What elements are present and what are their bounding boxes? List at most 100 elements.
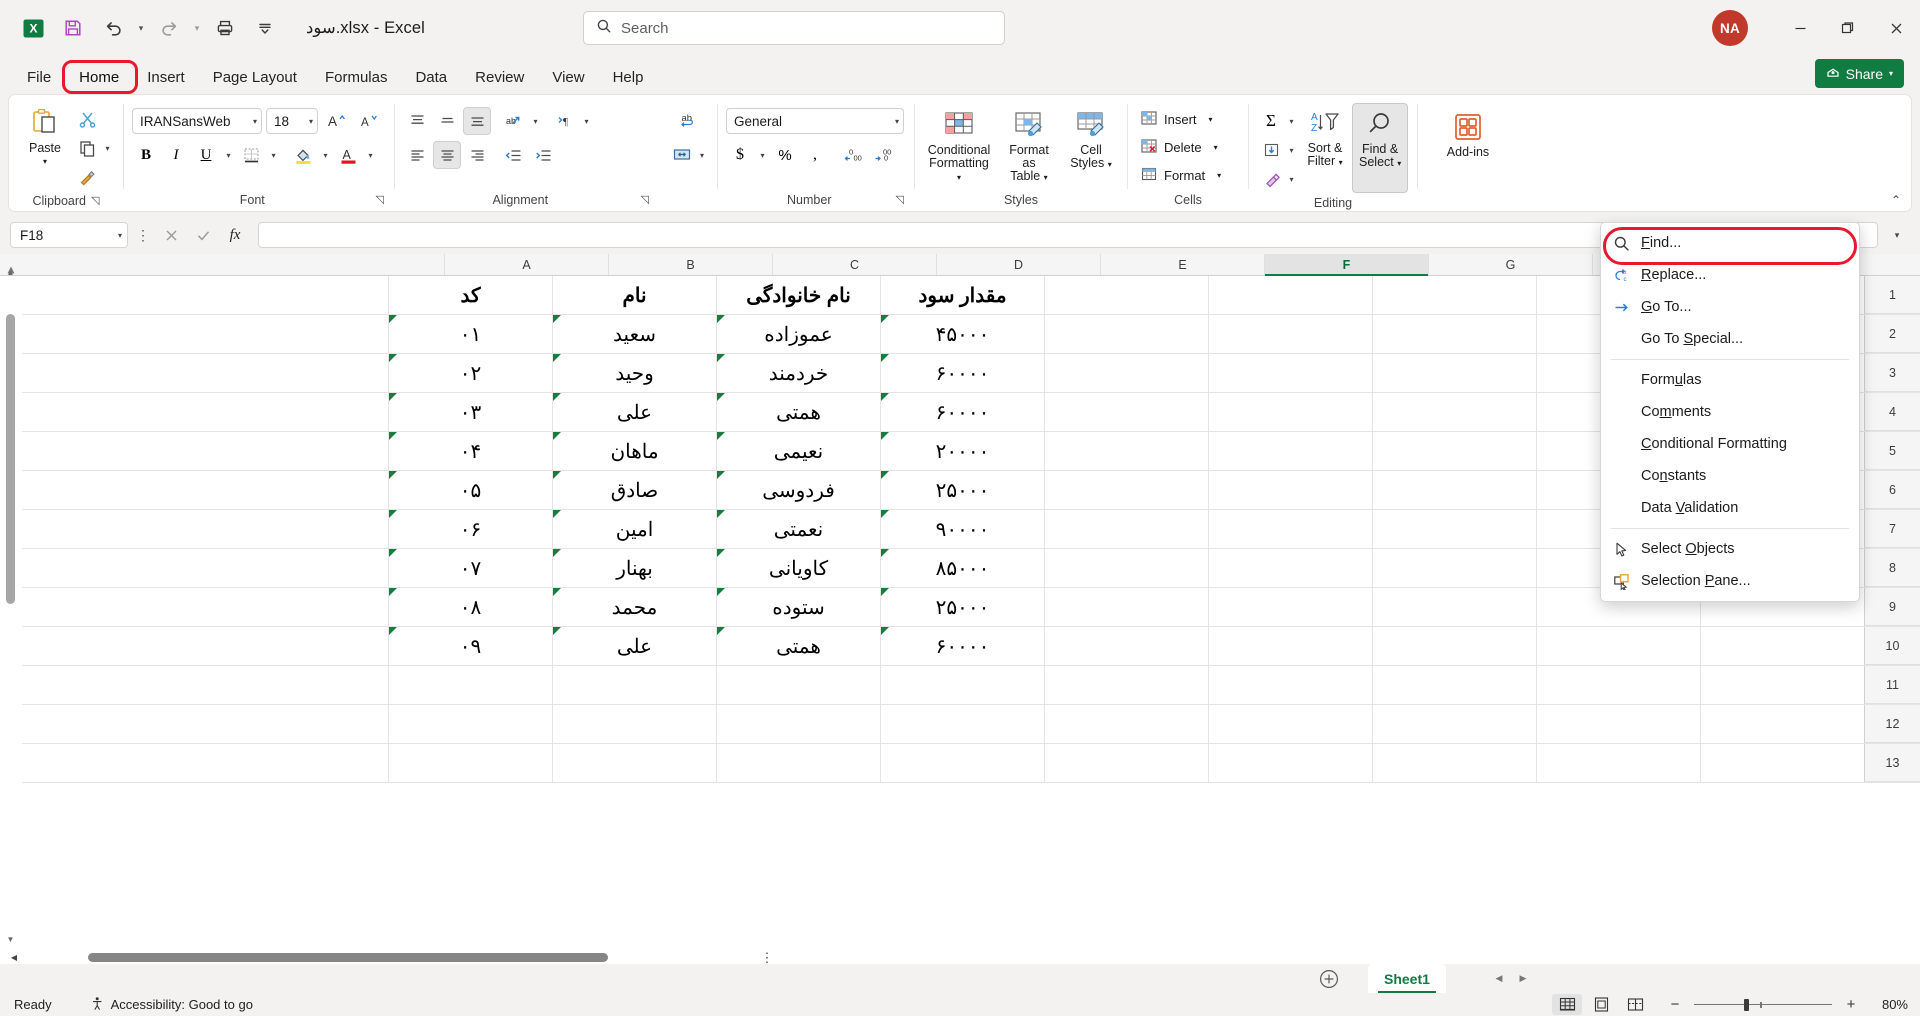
cell-B12[interactable] [552,705,716,743]
cell-D5[interactable]: ۲۰۰۰۰ [880,432,1044,470]
cell-D10[interactable]: ۶۰۰۰۰ [880,627,1044,665]
menu-item-select-objects[interactable]: Select Objects [1601,533,1859,565]
cell-F7[interactable] [1208,510,1372,548]
cell-A7[interactable]: ۰۶ [388,510,552,548]
cell-C2[interactable]: عموزاده [716,315,880,353]
row-header-3[interactable]: 3 [1864,354,1920,392]
vertical-scroll-thumb[interactable] [6,314,15,604]
cell-G11[interactable] [1372,666,1536,704]
row-header-13[interactable]: 13 [1864,744,1920,782]
cell-B8[interactable]: بهنار [552,549,716,587]
row-header-10[interactable]: 10 [1864,627,1920,665]
center-align-icon[interactable] [433,141,461,169]
cell-E9[interactable] [1044,588,1208,626]
cell-G8[interactable] [1372,549,1536,587]
font-dialog-launcher-icon[interactable]: ◹ [376,190,384,210]
cell-H10[interactable] [1536,627,1700,665]
cell-G13[interactable] [1372,744,1536,782]
row-header-1[interactable]: 1 [1864,276,1920,314]
orientation-icon[interactable]: ab [499,107,527,135]
cell-A4[interactable]: ۰۳ [388,393,552,431]
autosum-caret-icon[interactable]: ▾ [1285,107,1298,135]
cell-B3[interactable]: وحید [552,354,716,392]
row-header-6[interactable]: 6 [1864,471,1920,509]
cell-F9[interactable] [1208,588,1372,626]
cell-E6[interactable] [1044,471,1208,509]
save-icon[interactable] [54,9,92,47]
cell-H13[interactable] [1536,744,1700,782]
zoom-in-button[interactable]: + [1840,996,1862,1013]
underline-caret-icon[interactable]: ▾ [222,141,235,169]
zoom-level-label[interactable]: 80% [1866,997,1908,1012]
add-sheet-button[interactable] [1318,968,1340,990]
menu-item-selection-pane[interactable]: Selection Pane... [1601,565,1859,597]
avatar[interactable]: NA [1712,10,1748,46]
tab-review[interactable]: Review [462,60,537,94]
menu-item-data-validation[interactable]: Data Validation [1601,492,1859,524]
column-header-A[interactable]: A [444,254,608,275]
cell-A10[interactable]: ۰۹ [388,627,552,665]
cell-C5[interactable]: نعیمی [716,432,880,470]
cell-E7[interactable] [1044,510,1208,548]
font-color-icon[interactable]: A [334,141,362,169]
minimize-button[interactable] [1776,0,1824,56]
cell-C4[interactable]: همتی [716,393,880,431]
tab-file[interactable]: File [14,60,64,94]
cell-G1[interactable] [1372,276,1536,314]
cell-C1[interactable]: نام خانوادگی [716,276,880,314]
zoom-slider[interactable] [1694,997,1832,1013]
redo-dropdown-caret-icon[interactable]: ▾ [190,9,204,47]
cell-I12[interactable] [1700,705,1864,743]
borders-caret-icon[interactable]: ▾ [267,141,280,169]
cell-I10[interactable] [1700,627,1864,665]
cell-E12[interactable] [1044,705,1208,743]
cell-styles-button[interactable]: Cell Styles ▾ [1063,105,1119,171]
column-header-G[interactable]: G [1428,254,1592,275]
row-header-4[interactable]: 4 [1864,393,1920,431]
cell-A2[interactable]: ۰۱ [388,315,552,353]
borders-icon[interactable] [237,141,265,169]
cell-D4[interactable]: ۶۰۰۰۰ [880,393,1044,431]
find-and-select-button[interactable]: Find & Select ▾ [1352,103,1409,193]
paste-button[interactable]: Paste ▾ [17,103,73,168]
customize-quick-access-icon[interactable] [246,9,284,47]
tab-formulas[interactable]: Formulas [312,60,401,94]
add-ins-button[interactable]: Add-ins [1437,107,1499,159]
cell-A8[interactable]: ۰۷ [388,549,552,587]
cell-B11[interactable] [552,666,716,704]
clipboard-dialog-launcher-icon[interactable]: ◹ [91,191,99,211]
cell-F12[interactable] [1208,705,1372,743]
cell-G5[interactable] [1372,432,1536,470]
italic-button[interactable]: I [162,141,190,169]
sheet-tab-sheet1[interactable]: Sheet1 [1368,964,1446,993]
paste-caret-icon[interactable]: ▾ [43,155,47,168]
cell-C12[interactable] [716,705,880,743]
clear-caret-icon[interactable]: ▾ [1285,165,1298,193]
menu-item-comments[interactable]: Comments [1601,396,1859,428]
sort-and-filter-button[interactable]: AZ Sort & Filter ▾ [1300,105,1350,169]
cut-icon[interactable] [73,105,101,133]
fill-color-icon[interactable] [289,141,317,169]
cell-B6[interactable]: صادق [552,471,716,509]
cell-A9[interactable]: ۰۸ [388,588,552,626]
zoom-out-button[interactable]: − [1664,996,1686,1013]
vertical-scrollbar[interactable]: ▲ ▼ [4,268,17,944]
cell-F1[interactable] [1208,276,1372,314]
cell-B10[interactable]: علی [552,627,716,665]
cell-E11[interactable] [1044,666,1208,704]
cell-G3[interactable] [1372,354,1536,392]
row-header-7[interactable]: 7 [1864,510,1920,548]
cell-D3[interactable]: ۶۰۰۰۰ [880,354,1044,392]
horizontal-scroll-thumb[interactable] [88,953,608,962]
cell-E2[interactable] [1044,315,1208,353]
cell-D8[interactable]: ۸۵۰۰۰ [880,549,1044,587]
comma-style-icon[interactable]: , [801,141,829,169]
decrease-decimal-icon[interactable]: 00 0 [868,141,896,169]
sheet-tab-split-handle[interactable]: ⋮ [754,950,780,966]
menu-item-go-to[interactable]: Go To... [1601,291,1859,323]
row-header-11[interactable]: 11 [1864,666,1920,704]
cell-E3[interactable] [1044,354,1208,392]
autosum-icon[interactable]: Σ [1257,107,1285,135]
cell-F3[interactable] [1208,354,1372,392]
column-header-D[interactable]: D [936,254,1100,275]
